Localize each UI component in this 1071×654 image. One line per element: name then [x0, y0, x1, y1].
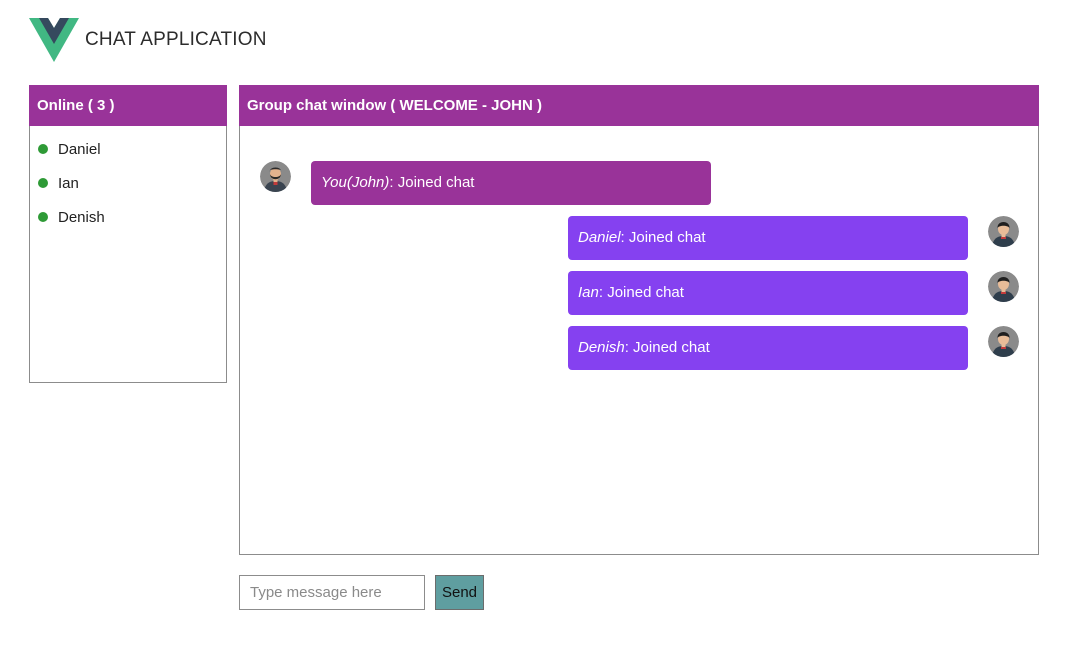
user-avatar-icon	[988, 326, 1019, 357]
online-panel-title: Online ( 3 )	[29, 85, 227, 126]
chat-message-row: You(John): Joined chat	[260, 161, 711, 205]
chat-message-bubble: You(John): Joined chat	[311, 161, 711, 205]
online-users-panel: Online ( 3 ) Daniel Ian Denish	[29, 85, 227, 383]
message-separator: :	[389, 174, 398, 191]
online-status-icon	[38, 144, 48, 154]
message-sender: Daniel	[578, 229, 621, 246]
chat-message-bubble: Ian: Joined chat	[568, 271, 968, 315]
online-user-name: Denish	[58, 208, 105, 226]
online-user-list: Daniel Ian Denish	[30, 126, 226, 234]
chat-message-row: Denish: Joined chat	[568, 326, 1019, 370]
online-user-item: Ian	[38, 166, 226, 200]
online-user-name: Daniel	[58, 140, 101, 158]
chat-message-row: Ian: Joined chat	[568, 271, 1019, 315]
chat-window-title: Group chat window ( WELCOME - JOHN )	[239, 85, 1039, 126]
vue-logo-icon	[29, 18, 79, 62]
message-composer: Send	[239, 575, 484, 610]
user-avatar-icon	[988, 216, 1019, 247]
message-input[interactable]	[239, 575, 425, 610]
online-user-name: Ian	[58, 174, 79, 192]
user-avatar-icon	[988, 271, 1019, 302]
chat-message-row: Daniel: Joined chat	[568, 216, 1019, 260]
message-separator: :	[624, 339, 634, 356]
message-sender: Ian	[578, 284, 599, 301]
online-user-item: Denish	[38, 200, 226, 234]
message-text: Joined chat	[607, 284, 684, 301]
online-status-icon	[38, 212, 48, 222]
app-title: CHAT APPLICATION	[85, 29, 267, 50]
group-chat-window: Group chat window ( WELCOME - JOHN ) You…	[239, 85, 1039, 555]
message-sender: You(John)	[321, 174, 390, 191]
app-header: CHAT APPLICATION	[29, 18, 267, 62]
message-text: Joined chat	[397, 174, 475, 191]
online-status-icon	[38, 178, 48, 188]
online-user-item: Daniel	[38, 132, 226, 166]
chat-message-bubble: Daniel: Joined chat	[568, 216, 968, 260]
message-sender: Denish	[578, 339, 625, 356]
message-separator: :	[598, 284, 608, 301]
message-separator: :	[620, 229, 629, 246]
chat-message-bubble: Denish: Joined chat	[568, 326, 968, 370]
bearded-man-avatar-icon	[260, 161, 291, 192]
message-text: Joined chat	[628, 229, 706, 246]
message-text: Joined chat	[633, 339, 710, 356]
send-button[interactable]: Send	[435, 575, 484, 610]
